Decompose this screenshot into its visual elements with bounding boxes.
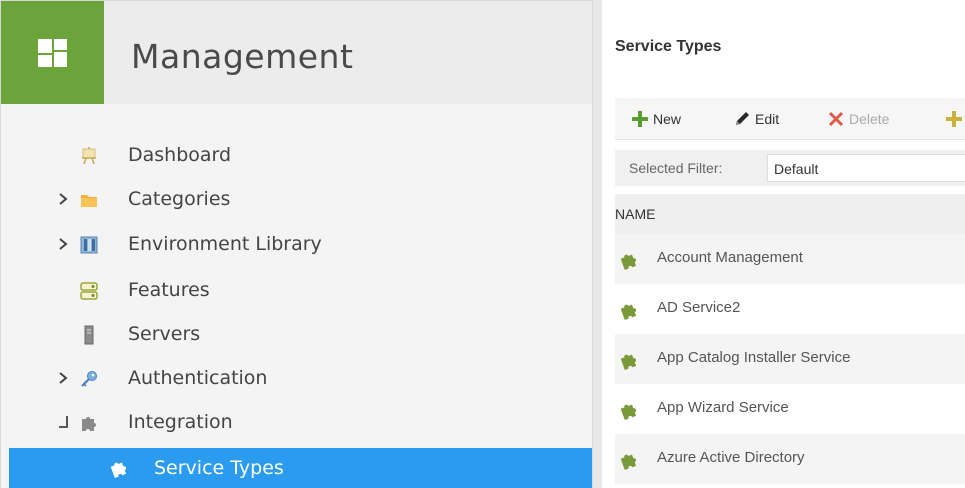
sidebar-item-servers[interactable]: Servers — [1, 317, 593, 353]
sidebar-item-label: Dashboard — [128, 144, 232, 166]
chevron-right-icon[interactable] — [57, 370, 71, 386]
sidebar-header: Management — [1, 1, 601, 104]
sidebar-item-label: Features — [128, 279, 210, 301]
pencil-icon — [733, 110, 751, 128]
server-icon — [79, 325, 99, 345]
features-icon — [79, 281, 99, 301]
new-button-label: New — [653, 111, 682, 127]
sidebar-item-categories[interactable]: Categories — [1, 182, 593, 218]
delete-button-label: Delete — [849, 111, 890, 127]
table-row[interactable]: AD Service2 — [615, 284, 965, 334]
sidebar-title: Management — [131, 37, 354, 76]
panel-splitter[interactable] — [592, 0, 602, 488]
sidebar-item-integration[interactable]: Integration — [1, 405, 593, 441]
table-row[interactable]: Account Management — [615, 234, 965, 284]
puzzle-icon — [619, 250, 639, 270]
management-sidebar: Management Dashboard Categories Environm… — [0, 0, 601, 488]
puzzle-icon — [109, 458, 129, 478]
row-name: App Catalog Installer Service — [657, 349, 851, 366]
key-icon — [79, 369, 99, 389]
sidebar-item-label: Categories — [128, 188, 231, 210]
sidebar-item-features[interactable]: Features — [1, 273, 593, 309]
table-row[interactable]: App Wizard Service — [615, 384, 965, 434]
puzzle-icon — [79, 413, 99, 433]
dashboard-easel-icon — [79, 146, 99, 166]
puzzle-icon — [619, 400, 639, 420]
sidebar-item-label: Integration — [128, 411, 233, 433]
chevron-right-icon[interactable] — [57, 236, 71, 252]
filter-bar: Selected Filter: Default — [615, 150, 965, 186]
plus-icon — [631, 110, 649, 128]
environment-library-icon — [79, 235, 99, 255]
puzzle-icon — [619, 350, 639, 370]
sidebar-item-dashboard[interactable]: Dashboard — [1, 138, 593, 174]
sidebar-item-label: Authentication — [128, 367, 268, 389]
sidebar-item-authentication[interactable]: Authentication — [1, 361, 593, 397]
management-logo-icon — [1, 1, 104, 104]
column-header-name[interactable]: NAME — [615, 194, 965, 234]
page-title: Service Types — [615, 38, 722, 55]
main-content: Service Types New Edit Delete Selected F… — [602, 0, 965, 488]
puzzle-icon — [619, 300, 639, 320]
table-row[interactable]: App Catalog Installer Service — [615, 334, 965, 384]
sidebar-item-label: Service Types — [154, 457, 284, 479]
edit-button-label: Edit — [755, 111, 780, 127]
delete-x-icon — [827, 110, 845, 128]
toolbar: New Edit Delete — [615, 98, 965, 140]
sidebar-item-label: Servers — [128, 323, 201, 345]
chevron-right-icon[interactable] — [57, 191, 71, 207]
filter-select[interactable]: Default — [767, 154, 965, 182]
row-name: Azure Active Directory — [657, 449, 805, 466]
sidebar-item-service-types[interactable]: Service Types — [9, 448, 593, 488]
puzzle-icon — [619, 450, 639, 470]
sidebar-item-environment-library[interactable]: Environment Library — [1, 227, 593, 263]
folder-icon — [79, 190, 99, 210]
tree-expanded-icon[interactable] — [57, 414, 71, 430]
filter-label: Selected Filter: — [629, 160, 723, 176]
row-name: App Wizard Service — [657, 399, 789, 416]
table-row[interactable]: Azure Active Directory — [615, 434, 965, 484]
column-header-label: NAME — [615, 206, 656, 222]
plus-icon — [945, 110, 963, 128]
sidebar-item-label: Environment Library — [128, 233, 322, 255]
row-name: Account Management — [657, 249, 803, 266]
row-name: AD Service2 — [657, 299, 741, 316]
